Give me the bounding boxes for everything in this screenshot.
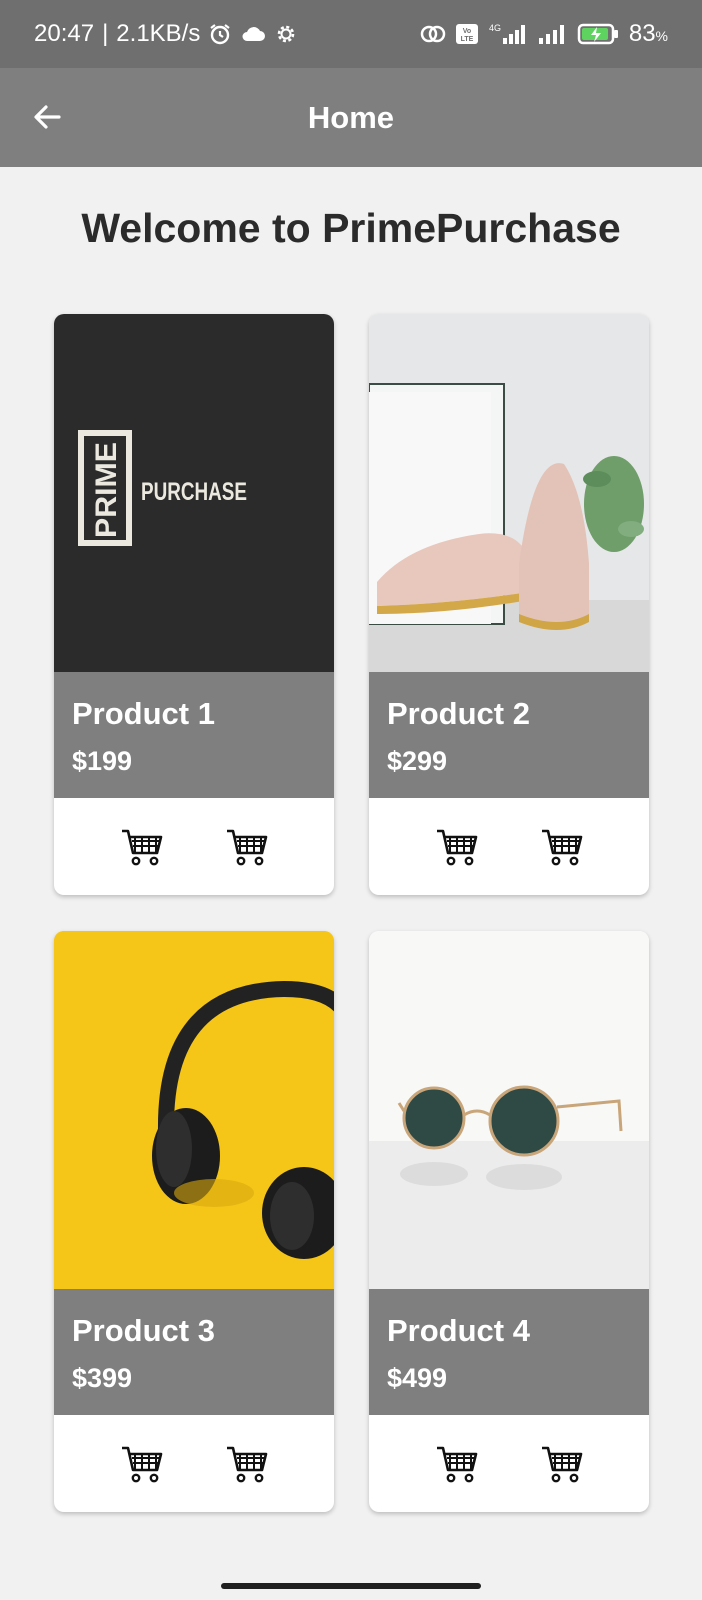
page-title: Home bbox=[307, 99, 395, 135]
battery-charging-icon bbox=[577, 22, 621, 46]
product-card-2[interactable]: Product 2 $299 bbox=[369, 314, 649, 895]
product-card-3[interactable]: Product 3 $399 bbox=[54, 931, 334, 1512]
add-to-cart-button[interactable] bbox=[431, 1438, 483, 1490]
gear-icon bbox=[274, 22, 298, 46]
sunglasses-photo bbox=[369, 931, 649, 1289]
home-indicator[interactable] bbox=[221, 1583, 481, 1589]
product-image-2 bbox=[369, 314, 649, 672]
shopping-cart-icon bbox=[541, 829, 582, 865]
product-image-4 bbox=[369, 931, 649, 1289]
card-actions-4 bbox=[369, 1415, 649, 1512]
product-info-3: Product 3 $399 bbox=[54, 1289, 334, 1415]
shopping-cart-icon bbox=[226, 1446, 267, 1482]
shopping-cart-icon bbox=[226, 829, 267, 865]
status-time: 20:47 bbox=[34, 20, 95, 47]
signal-icon: 4G bbox=[487, 22, 529, 46]
volte-icon: Vo LTE bbox=[455, 23, 479, 45]
shopping-cart-icon bbox=[436, 829, 477, 865]
card-actions-3 bbox=[54, 1415, 334, 1512]
svg-text:Vo: Vo bbox=[463, 28, 471, 35]
product-image-1: PRIME PURCHASE bbox=[54, 314, 334, 672]
svg-text:LTE: LTE bbox=[460, 36, 473, 43]
status-bar: 20:47 | 2.1KB/s Vo LTE 4G 83% bbox=[0, 0, 702, 68]
product-name: Product 1 bbox=[72, 696, 215, 731]
svg-text:PRIME: PRIME bbox=[90, 442, 123, 538]
product-name: Product 4 bbox=[387, 1313, 530, 1348]
product-price: $499 bbox=[387, 1363, 448, 1393]
card-actions-2 bbox=[369, 798, 649, 895]
card-actions-1 bbox=[54, 798, 334, 895]
welcome-heading: Welcome to PrimePurchase bbox=[81, 205, 621, 251]
network-speed: 2.1KB/s bbox=[116, 20, 201, 47]
status-separator: | bbox=[102, 20, 109, 47]
alarm-clock-icon bbox=[208, 22, 232, 46]
product-info-1: Product 1 $199 bbox=[54, 672, 334, 798]
battery-level: 83% bbox=[628, 20, 668, 47]
product-card-1[interactable]: PRIME PURCHASE Product 1 $199 bbox=[54, 314, 334, 895]
product-price: $199 bbox=[72, 746, 133, 776]
cart-button[interactable] bbox=[536, 1438, 588, 1490]
shoes-photo bbox=[369, 314, 649, 672]
product-image-3 bbox=[54, 931, 334, 1289]
cart-button[interactable] bbox=[221, 1438, 273, 1490]
product-info-2: Product 2 $299 bbox=[369, 672, 649, 798]
prime-purchase-logo: PRIME PURCHASE bbox=[78, 430, 247, 546]
svg-text:PURCHASE: PURCHASE bbox=[141, 478, 247, 506]
shopping-cart-icon bbox=[121, 829, 162, 865]
add-to-cart-button[interactable] bbox=[431, 821, 483, 873]
product-price: $299 bbox=[387, 746, 448, 776]
product-name: Product 3 bbox=[72, 1313, 215, 1348]
shopping-cart-icon bbox=[541, 1446, 582, 1482]
headphones-photo bbox=[54, 931, 334, 1289]
product-price: $399 bbox=[72, 1363, 133, 1393]
shopping-cart-icon bbox=[121, 1446, 162, 1482]
product-card-4[interactable]: Product 4 $499 bbox=[369, 931, 649, 1512]
status-right: Vo LTE 4G 83% bbox=[419, 20, 668, 48]
cart-button[interactable] bbox=[221, 821, 273, 873]
product-info-4: Product 4 $499 bbox=[369, 1289, 649, 1415]
signal-icon-2 bbox=[537, 22, 569, 46]
status-left: 20:47 | 2.1KB/s bbox=[34, 20, 298, 48]
add-to-cart-button[interactable] bbox=[116, 1438, 168, 1490]
add-to-cart-button[interactable] bbox=[116, 821, 168, 873]
hotspot-icon bbox=[419, 22, 447, 46]
shopping-cart-icon bbox=[436, 1446, 477, 1482]
app-bar: Home bbox=[0, 68, 702, 167]
product-name: Product 2 bbox=[387, 696, 530, 731]
cart-button[interactable] bbox=[536, 821, 588, 873]
cloud-icon bbox=[240, 24, 266, 44]
svg-text:4G: 4G bbox=[489, 23, 501, 33]
